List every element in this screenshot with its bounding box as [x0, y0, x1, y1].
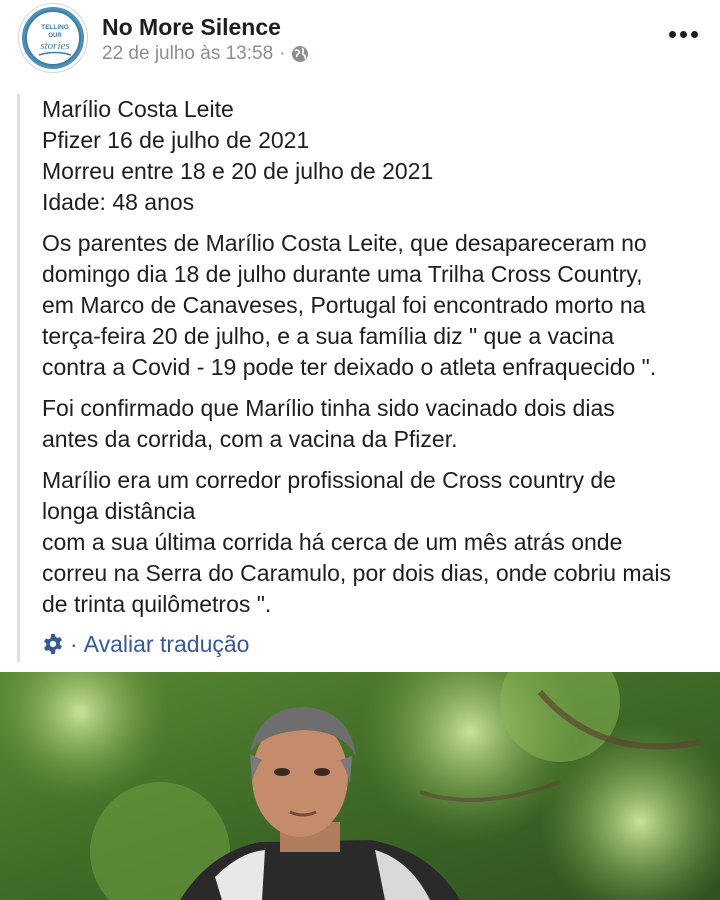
paragraph-line: domingo dia 18 de julho durante uma Tril…	[42, 261, 643, 287]
post-meta: 22 de julho às 13:58 ·	[102, 43, 309, 65]
svg-text:OUR: OUR	[48, 33, 62, 39]
rate-translation-row: · Avaliar tradução	[42, 628, 249, 660]
post-photo[interactable]	[0, 672, 720, 900]
page-name[interactable]: No More Silence	[102, 14, 281, 41]
gear-icon[interactable]	[42, 633, 64, 655]
paragraph-line: Marílio era um corredor profissional de …	[42, 467, 616, 493]
telling-our-stories-logo: TELLING OUR stories	[38, 24, 72, 56]
intro-line: Idade: 48 anos	[42, 189, 195, 215]
rate-translation-link[interactable]: Avaliar tradução	[84, 631, 250, 658]
paragraph-3: Marílio era um corredor profissional de …	[42, 465, 712, 620]
paragraph-line: longa distância	[42, 498, 196, 524]
svg-text:TELLING: TELLING	[41, 24, 69, 31]
intro-line: Pfizer 16 de julho de 2021	[42, 127, 310, 153]
post-timestamp[interactable]: 22 de julho às 13:58	[102, 43, 273, 65]
meta-separator: ·	[279, 43, 286, 64]
svg-text:stories: stories	[40, 40, 69, 52]
paragraph-line: terça-feira 20 de julho, e a sua família…	[42, 323, 614, 349]
post-text-block: Marílio Costa Leite Pfizer 16 de julho d…	[17, 94, 717, 662]
more-options-icon[interactable]	[664, 20, 702, 48]
runner-photo-image	[0, 672, 720, 900]
post-header: TELLING OUR stories No More Silence 22 d…	[0, 0, 720, 80]
intro-line: Marílio Costa Leite	[42, 96, 234, 122]
paragraph-line: Os parentes de Marílio Costa Leite, que …	[42, 230, 647, 256]
page-avatar[interactable]: TELLING OUR stories	[19, 4, 87, 72]
paragraph-2: Foi confirmado que Marílio tinha sido va…	[42, 393, 712, 455]
post-text: Marílio Costa Leite Pfizer 16 de julho d…	[42, 94, 712, 630]
paragraph-line: de trinta quilômetros ".	[42, 591, 272, 617]
paragraph-line: em Marco de Canaveses, Portugal foi enco…	[42, 292, 646, 318]
paragraph-line: com a sua última corrida há cerca de um …	[42, 529, 623, 555]
translate-separator: ·	[70, 630, 78, 657]
paragraph-line: correu na Serra do Caramulo, por dois di…	[42, 560, 671, 586]
intro-line: Morreu entre 18 e 20 de julho de 2021	[42, 158, 434, 184]
avatar-logo-ring: TELLING OUR stories	[25, 10, 81, 66]
paragraph-line: antes da corrida, com a vacina da Pfizer…	[42, 426, 458, 452]
paragraph-1: Os parentes de Marílio Costa Leite, que …	[42, 228, 712, 383]
globe-icon	[292, 46, 309, 62]
intro-block: Marílio Costa Leite Pfizer 16 de julho d…	[42, 94, 712, 218]
paragraph-line: Foi confirmado que Marílio tinha sido va…	[42, 395, 615, 421]
paragraph-line: contra a Covid - 19 pode ter deixado o a…	[42, 354, 657, 380]
